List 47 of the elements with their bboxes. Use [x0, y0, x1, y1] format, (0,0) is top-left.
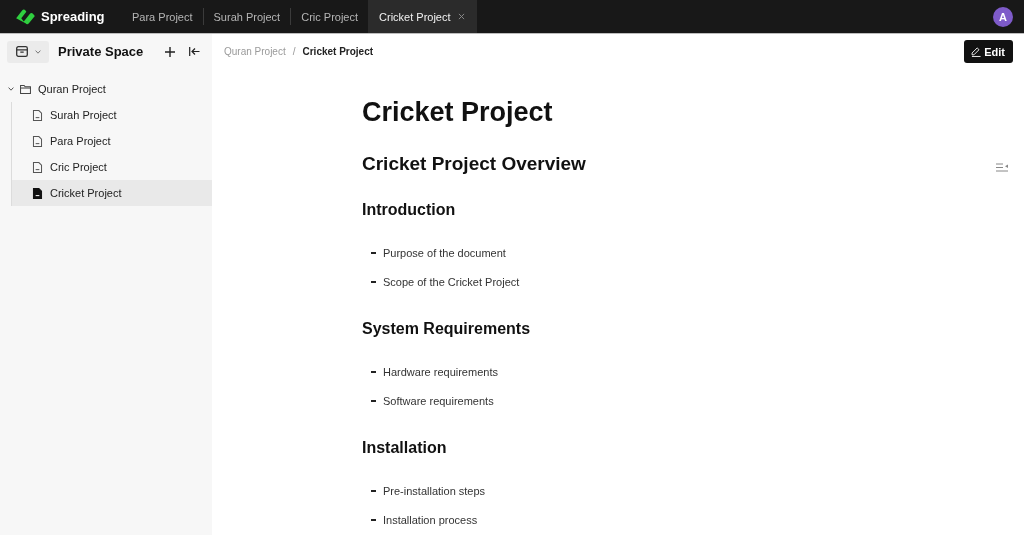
list-item-text: Installation process — [383, 514, 478, 526]
space-title: Private Space — [58, 44, 145, 59]
tree-item[interactable]: Cricket Project — [12, 180, 212, 206]
document-icon — [32, 161, 43, 173]
tab[interactable]: Cricket Project — [368, 0, 477, 33]
document-icon — [32, 135, 43, 147]
list-item-text: Scope of the Cricket Project — [383, 276, 520, 288]
section-heading: Cricket Project Overview — [362, 152, 587, 176]
list-marker-icon — [371, 281, 376, 283]
tab[interactable]: Surah Project — [203, 0, 291, 33]
tree-item[interactable]: Para Project — [12, 128, 212, 154]
tree-item[interactable]: Surah Project — [12, 102, 212, 128]
document-icon — [32, 187, 43, 199]
tree-item[interactable]: Quran Project — [0, 76, 212, 102]
tree-item[interactable]: Cric Project — [12, 154, 212, 180]
document-title: Cricket Project — [362, 96, 554, 129]
list-marker-icon — [371, 519, 376, 521]
list-item-text: Purpose of the document — [383, 247, 506, 259]
subsection-heading: Installation — [362, 438, 448, 458]
list-marker-icon — [371, 371, 376, 373]
list-item-text: Software requirements — [383, 395, 494, 407]
tab[interactable]: Para Project — [122, 0, 203, 33]
subsection-heading: Introduction — [362, 200, 457, 220]
document-icon — [32, 109, 43, 121]
list-marker-icon — [371, 252, 376, 254]
list-marker-icon — [371, 490, 376, 492]
pencil-icon — [971, 46, 982, 57]
list-item-text: Hardware requirements — [383, 366, 498, 378]
tab[interactable]: Cric Project — [291, 0, 369, 33]
edit-button[interactable]: Edit — [964, 40, 1013, 63]
list-marker-icon — [371, 400, 376, 402]
close-icon[interactable] — [457, 13, 465, 20]
chevron-icon[interactable] — [8, 87, 14, 91]
chevron-down-icon — [35, 49, 41, 54]
breadcrumb-current: Cricket Project — [302, 46, 374, 57]
subsection-heading: System Requirements — [362, 319, 532, 339]
breadcrumb-separator: / — [292, 46, 296, 57]
plus-icon[interactable] — [165, 46, 175, 57]
avatar[interactable]: A — [993, 6, 1013, 27]
app-name: Spreading — [41, 9, 105, 24]
folder-icon — [20, 83, 31, 95]
space-switcher-button[interactable] — [7, 40, 49, 63]
list-item-text: Pre-installation steps — [383, 485, 486, 497]
outline-icon[interactable] — [996, 163, 1008, 172]
logo-icon — [14, 8, 37, 25]
archive-icon — [16, 46, 28, 57]
collapse-sidebar-icon[interactable] — [189, 47, 200, 56]
